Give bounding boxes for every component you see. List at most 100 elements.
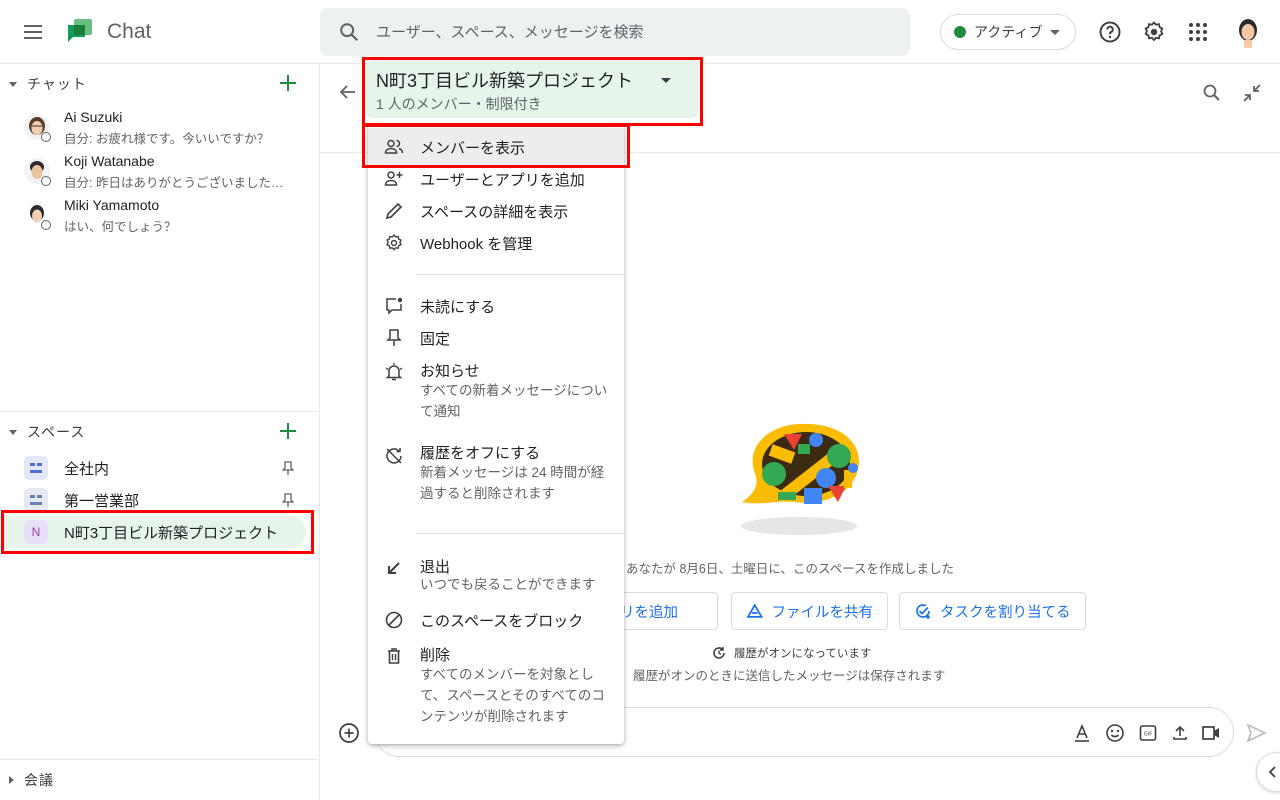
menu-item-pin[interactable]: 固定 [368,322,624,354]
menu-item-label: 未読にする [420,299,496,316]
menu-item-delete[interactable]: 削除 すべてのメンバーを対象として、スペースとそのすべてのコンテンツが削除されま… [368,638,624,734]
space-avatar [24,488,48,512]
menu-item-description: いつでも戻ることができます [420,577,596,592]
user-photo-icon [1232,16,1264,48]
spaces-section-title: スペース [27,424,86,440]
history-icon [713,647,725,659]
space-item-sales-dept-1[interactable]: 第一営業部 [4,484,306,516]
video-meeting-icon[interactable] [1201,723,1221,743]
pin-icon [282,493,294,507]
space-name: N町3丁目ビル新築プロジェクト [64,525,279,542]
pencil-icon [385,202,403,220]
collapse-triangle-icon [9,429,17,435]
menu-item-notifications[interactable]: お知らせ すべての新着メッセージについて通知 [368,354,624,428]
main-menu-button[interactable] [24,22,46,42]
block-icon [385,611,403,629]
status-label: アクティブ [974,24,1043,40]
gif-icon[interactable]: GIF [1138,723,1158,743]
dm-name: Koji Watanabe [64,153,155,169]
search-bar[interactable] [320,8,910,56]
mark-unread-icon [386,297,403,315]
chat-section-header[interactable]: チャット [0,64,319,104]
chevron-left-icon [1268,766,1276,778]
meetings-section-header[interactable]: 会議 [0,760,319,800]
share-file-label: ファイルを共有 [771,604,874,621]
add-task-icon [916,604,930,619]
menu-item-description: すべての新着メッセージについて通知 [420,383,608,419]
menu-item-label: Webhook を管理 [420,236,533,253]
account-avatar[interactable] [1232,16,1264,48]
apps-grid-icon[interactable] [1186,20,1210,44]
menu-item-label: スペースの詳細を表示 [420,204,569,221]
history-description: 履歴がオンのときに送信したメッセージは保存されます [633,669,946,683]
search-input[interactable] [376,8,896,56]
menu-item-mark-unread[interactable]: 未読にする [368,290,624,322]
pin-icon [386,329,402,346]
menu-item-description: 新着メッセージは 24 時間が経過すると削除されます [420,465,605,501]
space-name: 全社内 [64,461,110,478]
drive-icon [746,603,764,618]
assign-task-label: タスクを割り当てる [940,604,1071,621]
add-plus-circle-icon[interactable] [338,722,360,744]
back-arrow-icon[interactable] [338,82,358,102]
dm-snippet: 自分: 昨日はありがとうございました… [64,176,284,190]
svg-text:GIF: GIF [1144,732,1152,738]
gear-icon[interactable] [1142,20,1166,44]
menu-item-description: すべてのメンバーを対象として、スペースとそのすべてのコンテンツが削除されます [420,667,605,724]
menu-item-label: ユーザーとアプリを追加 [420,172,585,189]
menu-item-block-space[interactable]: このスペースをブロック [368,604,624,636]
dm-item-miki-yamamoto[interactable]: Miki Yamamoto はい、何でしょう？ [0,196,319,240]
menu-divider [416,274,624,275]
meetings-section-title: 会議 [24,772,54,788]
collapse-icon[interactable] [1241,82,1263,104]
space-item-all-company[interactable]: 全社内 [4,452,306,484]
text-format-icon[interactable] [1072,723,1092,743]
space-avatar: N [24,520,48,544]
dm-snippet: はい、何でしょう？ [64,220,177,234]
dm-item-koji-watanabe[interactable]: Koji Watanabe 自分: 昨日はありがとうございました… [0,152,319,196]
menu-item-add-people-apps[interactable]: ユーザーとアプリを追加 [368,165,624,197]
space-options-menu: メンバーを表示 ユーザーとアプリを追加 スペースの詳細を表示 Webhook を… [368,124,624,744]
menu-item-leave[interactable]: 退出 いつでも戻ることができます [368,552,624,600]
new-chat-plus-icon[interactable] [277,72,299,94]
side-panel-toggle[interactable] [1256,752,1280,792]
space-title-dropdown[interactable]: N町3丁目ビル新築プロジェクト 1 人のメンバー・制限付き [366,60,698,118]
send-icon[interactable] [1245,722,1267,744]
presence-indicator [41,220,51,230]
spaces-section-header[interactable]: スペース [0,412,319,452]
gear-icon [386,234,402,251]
presence-indicator [41,176,51,186]
menu-item-manage-webhooks[interactable]: Webhook を管理 [368,229,624,261]
upload-icon[interactable] [1170,723,1190,743]
menu-item-label: このスペースをブロック [420,613,584,630]
new-space-plus-icon[interactable] [277,420,299,442]
top-bar: Chat アクティブ [0,0,1280,64]
emoji-icon[interactable] [1105,723,1125,743]
chevron-down-icon [661,78,671,83]
menu-item-view-members[interactable]: メンバーを表示 [368,128,624,165]
help-icon[interactable] [1098,20,1122,44]
share-file-button[interactable]: ファイルを共有 [731,592,888,630]
space-title: N町3丁目ビル新築プロジェクト [376,71,634,91]
menu-item-label: 固定 [420,331,451,348]
space-illustration [734,414,864,539]
menu-divider [416,533,624,534]
space-item-n-town-project[interactable]: N N町3丁目ビル新築プロジェクト [4,516,306,548]
dm-item-ai-suzuki[interactable]: Ai Suzuki 自分: お疲れ様です。今いいですか？ [0,108,319,152]
space-grid-icon [30,463,42,473]
menu-item-view-space-details[interactable]: スペースの詳細を表示 [368,197,624,229]
dm-name: Ai Suzuki [64,109,123,125]
search-in-space-icon[interactable] [1201,82,1223,104]
chat-section-title: チャット [27,76,87,92]
bell-icon [385,363,403,381]
menu-item-label: 履歴をオフにする [420,445,541,462]
pin-icon [282,461,294,475]
menu-item-turn-off-history[interactable]: 履歴をオフにする 新着メッセージは 24 時間が経過すると削除されます [368,438,624,512]
collapse-triangle-icon [9,81,17,87]
assign-task-button[interactable]: タスクを割り当てる [899,592,1086,630]
status-selector[interactable]: アクティブ [940,14,1076,50]
hamburger-icon [24,25,42,27]
app-title: Chat [107,20,152,43]
chevron-down-icon [1050,29,1061,35]
space-avatar [24,456,48,480]
